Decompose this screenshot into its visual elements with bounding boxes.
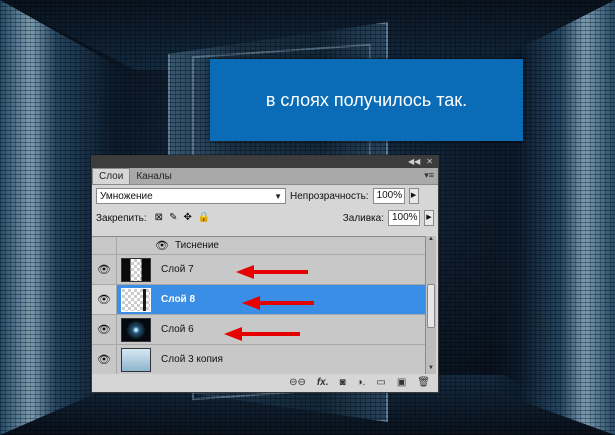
lock-icons: ⊠ ✎ ✥ 🔒 bbox=[155, 213, 211, 223]
new-layer-icon[interactable]: ▣ bbox=[397, 378, 406, 388]
scrollbar-thumb[interactable] bbox=[427, 284, 435, 328]
fill-label: Заливка: bbox=[342, 212, 384, 224]
layers-scrollbar[interactable]: ▲ ▼ bbox=[425, 236, 436, 375]
visibility-toggle[interactable]: 👁 bbox=[92, 285, 117, 314]
arrow-layer-7 bbox=[236, 265, 308, 279]
fill-field[interactable]: 100% bbox=[388, 210, 420, 226]
panel-tabs: Слои Каналы ▾≡ bbox=[92, 168, 438, 185]
caption-text: в слоях получилось так. bbox=[265, 89, 468, 110]
arrow-layer-6 bbox=[224, 327, 300, 341]
chevron-down-icon: ▼ bbox=[274, 191, 282, 201]
folder-icon[interactable]: ▭ bbox=[376, 378, 385, 388]
blend-mode-select[interactable]: Умножение ▼ bbox=[96, 188, 286, 204]
adjustment-icon[interactable]: ◑. bbox=[357, 378, 366, 388]
layer-thumbnail bbox=[121, 287, 151, 312]
tab-channels[interactable]: Каналы bbox=[130, 169, 178, 184]
opacity-stepper[interactable]: ▶ bbox=[408, 188, 419, 204]
blend-mode-value: Умножение bbox=[100, 190, 153, 202]
visibility-toggle[interactable]: 👁 bbox=[92, 345, 117, 374]
link-icon[interactable]: ⊖⊖ bbox=[289, 378, 306, 388]
tab-layers[interactable]: Слои bbox=[92, 168, 131, 184]
arrow-layer-8 bbox=[242, 296, 314, 310]
layer-thumbnail bbox=[121, 347, 151, 372]
trash-icon[interactable]: 🗑 bbox=[417, 378, 430, 388]
layer-thumbnail bbox=[121, 257, 151, 282]
lock-pixels-icon[interactable]: ✎ bbox=[169, 213, 177, 223]
panel-menu-icon[interactable]: ▾≡ bbox=[424, 170, 434, 181]
visibility-toggle[interactable]: 👁 bbox=[92, 255, 117, 284]
effect-eye-cell bbox=[92, 237, 117, 254]
layer-thumbnail bbox=[121, 317, 151, 342]
effect-item: 👁 Тиснение bbox=[155, 239, 219, 252]
layer-row-3-copy[interactable]: 👁 Слой 3 копия bbox=[92, 345, 426, 375]
eye-icon: 👁 bbox=[97, 264, 111, 276]
opacity-field[interactable]: 100% bbox=[372, 188, 405, 204]
eye-icon: 👁 bbox=[97, 294, 111, 306]
collapse-icon[interactable]: ◀◀ bbox=[408, 156, 420, 168]
lock-transparent-icon[interactable]: ⊠ bbox=[155, 213, 163, 223]
visibility-toggle[interactable]: 👁 bbox=[92, 315, 117, 344]
scroll-up-icon[interactable]: ▲ bbox=[426, 236, 436, 246]
lock-all-icon[interactable]: 🔒 bbox=[198, 213, 210, 223]
fx-icon[interactable]: fx. bbox=[317, 378, 329, 388]
opacity-label: Непрозрачность: bbox=[290, 190, 369, 202]
effect-row[interactable]: 👁 Тиснение bbox=[92, 237, 426, 255]
close-icon[interactable]: ✕ bbox=[426, 156, 433, 168]
caption-box: в слоях получилось так. bbox=[210, 59, 523, 141]
lock-position-icon[interactable]: ✥ bbox=[183, 213, 191, 223]
eye-icon: 👁 bbox=[97, 324, 111, 336]
eye-icon[interactable]: 👁 bbox=[155, 239, 169, 252]
effect-name: Тиснение bbox=[174, 240, 219, 251]
layer-name: Слой 7 bbox=[161, 264, 194, 275]
layer-name: Слой 3 копия bbox=[161, 354, 223, 365]
blend-row: Умножение ▼ Непрозрачность: 100% ▶ bbox=[92, 185, 438, 207]
fill-stepper[interactable]: ▶ bbox=[424, 210, 434, 226]
lock-row: Закрепить: ⊠ ✎ ✥ 🔒 Заливка: 100% ▶ bbox=[92, 207, 438, 229]
panel-titlebar: ◀◀ ✕ bbox=[92, 156, 438, 168]
layer-name: Слой 8 bbox=[161, 294, 196, 305]
panel-bottom-bar: ⊖⊖ fx. ◙ ◑. ▭ ▣ 🗑 bbox=[92, 374, 438, 392]
layer-name: Слой 6 bbox=[161, 324, 194, 335]
eye-icon: 👁 bbox=[97, 354, 111, 366]
mask-icon[interactable]: ◙ bbox=[340, 378, 346, 388]
lock-label: Закрепить: bbox=[96, 212, 147, 224]
